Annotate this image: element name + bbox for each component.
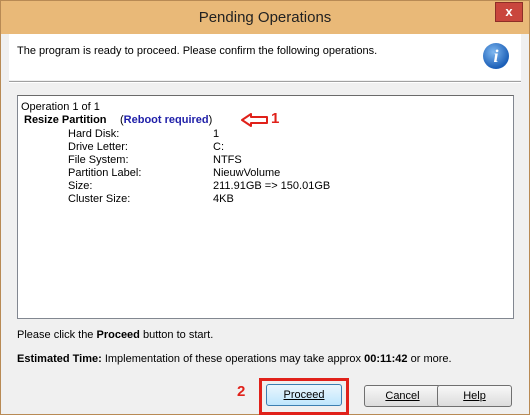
cancel-button[interactable]: Cancel: [364, 385, 441, 407]
pending-operations-dialog: Pending Operations x The program is read…: [0, 0, 530, 415]
estimated-time-value: 00:11:42: [364, 353, 408, 365]
info-icon: i: [483, 43, 509, 69]
title-bar[interactable]: Pending Operations x: [1, 1, 529, 34]
detail-value: 4KB: [213, 193, 234, 205]
estimated-time: Estimated Time: Implementation of these …: [17, 353, 452, 365]
operations-list[interactable]: Operation 1 of 1 Resize Partition (Reboo…: [17, 95, 514, 319]
instruction-prefix: Please click the: [17, 329, 97, 341]
detail-label: File System:: [68, 154, 129, 166]
annotation-marker-1: 1: [271, 110, 280, 127]
detail-label: Hard Disk:: [68, 128, 120, 140]
reboot-required-label: (Reboot required): [120, 114, 212, 126]
cancel-button-label: Cancel: [385, 390, 420, 402]
detail-label: Size:: [68, 180, 93, 192]
reboot-required-text: Reboot required: [123, 114, 209, 126]
instruction-proceed-word: Proceed: [96, 329, 140, 341]
detail-label: Drive Letter:: [68, 141, 128, 153]
detail-label: Partition Label:: [68, 167, 142, 179]
dialog-title: Pending Operations: [198, 9, 332, 26]
detail-value: NTFS: [213, 154, 242, 166]
operation-count: Operation 1 of 1: [21, 101, 100, 113]
detail-value: 1: [213, 128, 220, 140]
detail-value: C:: [213, 141, 224, 153]
reboot-close-paren: ): [208, 114, 213, 126]
header-message: The program is ready to proceed. Please …: [17, 45, 378, 57]
annotation-marker-2: 2: [237, 383, 246, 400]
help-button[interactable]: Help: [437, 385, 512, 407]
operation-name: Resize Partition: [24, 114, 107, 126]
help-button-label: Help: [463, 390, 486, 402]
detail-value: 211.91GB => 150.01GB: [213, 180, 331, 192]
detail-label: Cluster Size:: [68, 193, 131, 205]
close-button[interactable]: x: [495, 2, 523, 22]
estimated-time-text: Implementation of these operations may t…: [101, 353, 365, 365]
estimated-time-suffix: or more.: [407, 353, 452, 365]
estimated-time-label: Estimated Time:: [17, 353, 102, 365]
proceed-instruction: Please click the Proceed button to start…: [17, 329, 213, 341]
header-panel: The program is ready to proceed. Please …: [9, 34, 521, 80]
header-separator: [9, 81, 521, 83]
proceed-button[interactable]: Proceed: [266, 384, 342, 406]
instruction-suffix: button to start.: [139, 329, 214, 341]
detail-value: NieuwVolume: [213, 167, 281, 179]
proceed-button-label: Proceed: [283, 389, 325, 401]
